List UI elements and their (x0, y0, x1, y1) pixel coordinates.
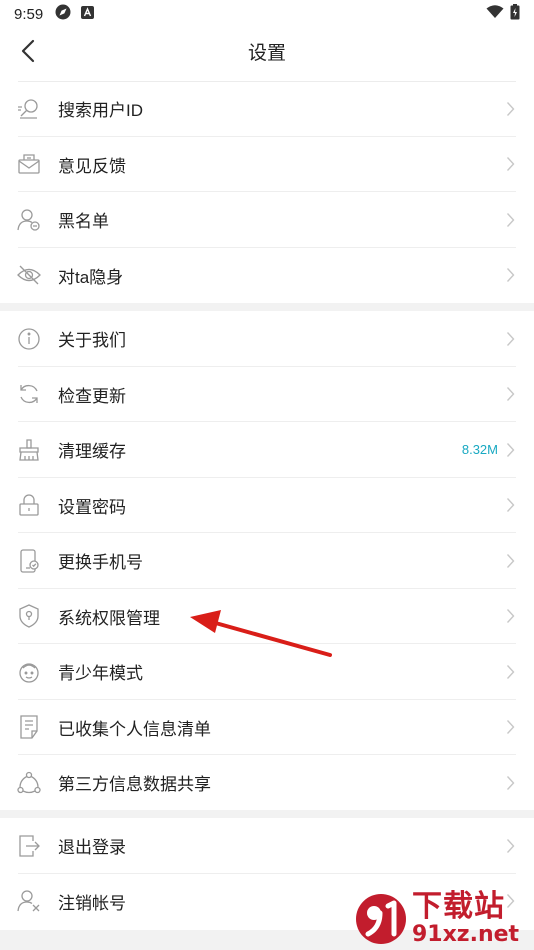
status-right-icons (486, 4, 520, 24)
chevron-right-icon (504, 385, 516, 403)
search-user-icon (16, 96, 42, 122)
row-label: 更换手机号 (58, 553, 143, 573)
row-label: 意见反馈 (58, 156, 126, 176)
chevron-right-icon (504, 211, 516, 229)
chevron-right-icon (504, 718, 516, 736)
logout-icon (16, 833, 42, 859)
compass-icon (55, 4, 71, 24)
row-label: 对ta隐身 (58, 267, 124, 287)
row-label: 系统权限管理 (58, 608, 160, 628)
row-personal-info-list[interactable]: 已收集个人信息清单 (0, 700, 534, 756)
status-left-icons (55, 4, 95, 24)
settings-screen: 9:59 设置 搜索用户ID 意见反馈 黑名单 对ta隐身 关于我们 检查更新 … (0, 0, 534, 950)
chevron-right-icon (504, 155, 516, 173)
chevron-left-icon (21, 39, 35, 63)
row-label: 第三方信息数据共享 (58, 775, 211, 795)
row-permission-management[interactable]: 系统权限管理 (0, 589, 534, 645)
row-label: 青少年模式 (58, 664, 143, 684)
chevron-right-icon (504, 837, 516, 855)
row-logout[interactable]: 退出登录 (0, 818, 534, 874)
blacklist-icon (16, 207, 42, 233)
child-face-icon (16, 659, 42, 685)
feedback-icon (16, 151, 42, 177)
invisible-icon (16, 262, 42, 288)
watermark-text: 下载站 91xz.net (412, 892, 519, 946)
row-label: 清理缓存 (58, 442, 126, 462)
status-bar: 9:59 (0, 0, 534, 28)
chevron-right-icon (504, 266, 516, 284)
share-icon (16, 770, 42, 796)
watermark-line2: 91xz.net (412, 922, 520, 947)
page-title: 设置 (247, 42, 286, 64)
nav-bar: 设置 (0, 28, 534, 74)
settings-group-app: 关于我们 检查更新 清理缓存 8.32M 设置密码 更换手机号 系统权限管理 青… (0, 311, 534, 811)
row-search-user-id[interactable]: 搜索用户ID (0, 81, 534, 137)
wifi-icon (486, 5, 504, 23)
shield-icon (16, 603, 42, 629)
row-label: 已收集个人信息清单 (58, 719, 211, 739)
chevron-right-icon (504, 552, 516, 570)
phone-icon (16, 548, 42, 574)
row-invisible[interactable]: 对ta隐身 (0, 248, 534, 304)
chevron-right-icon (504, 496, 516, 514)
chevron-right-icon (504, 441, 516, 459)
chevron-right-icon (504, 100, 516, 118)
back-button[interactable] (10, 33, 46, 69)
row-change-phone[interactable]: 更换手机号 (0, 533, 534, 589)
row-about-us[interactable]: 关于我们 (0, 311, 534, 367)
broom-icon (16, 437, 42, 463)
section-gap (0, 810, 534, 818)
row-label: 关于我们 (58, 331, 126, 351)
row-third-party-sharing[interactable]: 第三方信息数据共享 (0, 755, 534, 811)
watermark-91-icon (356, 894, 406, 944)
row-label: 黑名单 (58, 212, 109, 232)
remove-account-icon (16, 888, 42, 914)
row-label: 搜索用户ID (58, 101, 143, 121)
cache-size-value: 8.32M (461, 442, 498, 458)
row-feedback[interactable]: 意见反馈 (0, 137, 534, 193)
chevron-right-icon (504, 774, 516, 792)
refresh-icon (16, 381, 42, 407)
row-label: 检查更新 (58, 386, 126, 406)
watermark-logo: 下载站 91xz.net (354, 892, 528, 946)
status-time: 9:59 (14, 5, 44, 23)
watermark-line1: 下载站 (412, 889, 505, 924)
battery-icon (510, 4, 520, 24)
row-check-update[interactable]: 检查更新 (0, 367, 534, 423)
row-label: 设置密码 (58, 497, 126, 517)
lock-icon (16, 492, 42, 518)
a-badge-icon (81, 5, 95, 23)
chevron-right-icon (504, 330, 516, 348)
row-clear-cache[interactable]: 清理缓存 8.32M (0, 422, 534, 478)
row-set-password[interactable]: 设置密码 (0, 478, 534, 534)
row-blacklist[interactable]: 黑名单 (0, 192, 534, 248)
chevron-right-icon (504, 607, 516, 625)
chevron-right-icon (504, 663, 516, 681)
document-list-icon (16, 714, 42, 740)
settings-group-account: 搜索用户ID 意见反馈 黑名单 对ta隐身 (0, 81, 534, 303)
row-teen-mode[interactable]: 青少年模式 (0, 644, 534, 700)
row-label: 退出登录 (58, 838, 126, 858)
info-icon (16, 326, 42, 352)
section-gap (0, 303, 534, 311)
